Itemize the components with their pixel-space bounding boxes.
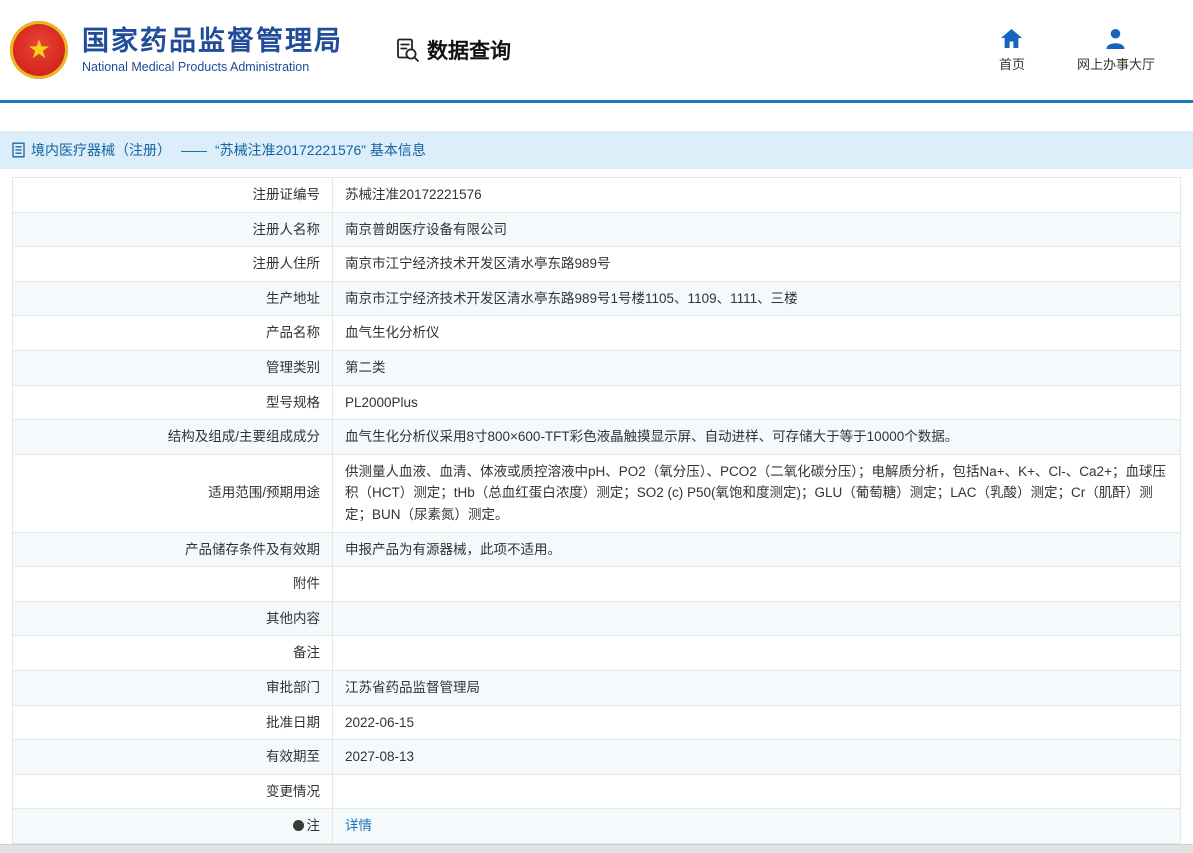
table-row: 型号规格 PL2000Plus [12,384,1181,421]
row-value [332,566,1181,602]
row-value [332,635,1181,671]
footer-strip [0,844,1193,853]
org-title-block: 国家药品监督管理局 National Medical Products Admi… [82,26,343,74]
nav-home[interactable]: 首页 [999,27,1025,73]
table-row: 生产地址 南京市江宁经济技术开发区清水亭东路989号1号楼1105、1109、11… [12,280,1181,317]
org-name-cn: 国家药品监督管理局 [82,25,343,56]
row-value: 2027-08-13 [332,739,1181,775]
row-value: 南京普朗医疗设备有限公司 [332,211,1181,248]
table-row: 管理类别 第二类 [12,349,1181,386]
row-value: 申报产品为有源器械，此项不适用。 [332,531,1181,568]
row-value: 供测量人血液、血清、体液或质控溶液中pH、PO2（氧分压）、PCO2（二氧化碳分… [332,453,1181,533]
row-value: 2022-06-15 [332,704,1181,741]
note-dot-icon [292,820,304,832]
row-value: 血气生化分析仪采用8寸800×600-TFT彩色液晶触摸显示屏、自动进样、可存储… [332,419,1181,455]
data-query-title: 数据查询 [427,40,511,63]
table-row: 备注 [12,635,1181,671]
document-search-icon [395,37,422,64]
table-row: 注册人名称 南京普朗医疗设备有限公司 [12,211,1181,248]
registration-info-table: 注册证编号 苏械注准20172221576 注册人名称 南京普朗医疗设备有限公司 注册人… [12,177,1181,844]
row-value: 苏械注准20172221576 [332,177,1181,213]
table-row: 产品名称 血气生化分析仪 [12,315,1181,351]
table-row: 变更情况 [12,773,1181,810]
row-label: 其他内容 [12,600,333,637]
row-label: 注册证编号 [12,177,333,213]
row-label: 附件 [12,566,333,602]
row-value [332,600,1181,637]
row-label: 批准日期 [12,704,333,741]
table-row: 结构及组成/主要组成成分 血气生化分析仪采用8寸800×600-TFT彩色液晶触摸… [12,419,1181,455]
star-icon: ★ [27,34,51,64]
row-label: 生产地址 [12,280,333,317]
table-row: 批准日期 2022-06-15 [12,704,1181,741]
table-row: 注册人住所 南京市江宁经济技术开发区清水亭东路989号 [12,246,1181,282]
data-query-block: 数据查询 [395,35,511,65]
table-row: 注详情 [12,808,1181,844]
row-label: 型号规格 [12,384,333,421]
row-label: 注 [12,808,333,844]
breadcrumb-separator: —— [181,142,207,158]
row-value: PL2000Plus [332,384,1181,421]
table-row: 有效期至 2027-08-13 [12,739,1181,775]
info-table-body: 注册证编号 苏械注准20172221576 注册人名称 南京普朗医疗设备有限公司 注册人… [12,177,1181,844]
row-label: 管理类别 [12,349,333,386]
registration-info-table-wrap: 注册证编号 苏械注准20172221576 注册人名称 南京普朗医疗设备有限公司 注册人… [12,177,1181,844]
document-icon [12,142,25,158]
nav-service-hall-label: 网上办事大厅 [1076,57,1155,72]
nav-service-hall[interactable]: 网上办事大厅 [1077,27,1155,73]
page-title-bar: 境内医疗器械（注册） —— “苏械注准20172221576” 基本信息 [0,131,1193,169]
row-label: 适用范围/预期用途 [12,453,333,533]
row-label: 审批部门 [12,669,333,706]
table-row: 审批部门 江苏省药品监督管理局 [12,669,1181,706]
row-value: 第二类 [332,349,1181,386]
table-row: 注册证编号 苏械注准20172221576 [12,177,1181,213]
row-label: 变更情况 [12,773,333,810]
row-label: 注册人住所 [12,246,333,282]
home-icon [999,27,1025,49]
org-name-en: National Medical Products Administration [82,60,310,75]
row-value: 南京市江宁经济技术开发区清水亭东路989号 [332,246,1181,282]
nav-home-label: 首页 [998,57,1025,72]
page-title: “苏械注准20172221576” 基本信息 [215,142,426,158]
row-value [332,773,1181,810]
row-label: 产品名称 [12,315,333,351]
table-row: 附件 [12,566,1181,602]
site-header: ★ 国家药品监督管理局 National Medical Products Ad… [0,0,1193,100]
user-icon [1077,27,1155,49]
table-row: 产品储存条件及有效期 申报产品为有源器械，此项不适用。 [12,531,1181,568]
table-row: 适用范围/预期用途 供测量人血液、血清、体液或质控溶液中pH、PO2（氧分压）、P… [12,453,1181,533]
breadcrumb-category: 境内医疗器械（注册） [31,142,171,158]
row-label: 产品储存条件及有效期 [12,531,333,568]
top-nav: 首页 网上办事大厅 [999,27,1155,73]
table-row: 其他内容 [12,600,1181,637]
row-label: 结构及组成/主要组成成分 [12,419,333,455]
row-value: 详情 [332,808,1181,844]
row-label: 注册人名称 [12,211,333,248]
row-value: 江苏省药品监督管理局 [332,669,1181,706]
national-emblem-logo: ★ [10,21,68,79]
detail-link[interactable]: 详情 [345,818,372,833]
row-value: 南京市江宁经济技术开发区清水亭东路989号1号楼1105、1109、1111、三… [332,280,1181,317]
header-divider [0,100,1193,103]
row-label: 有效期至 [12,739,333,775]
row-value: 血气生化分析仪 [332,315,1181,351]
row-label: 备注 [12,635,333,671]
